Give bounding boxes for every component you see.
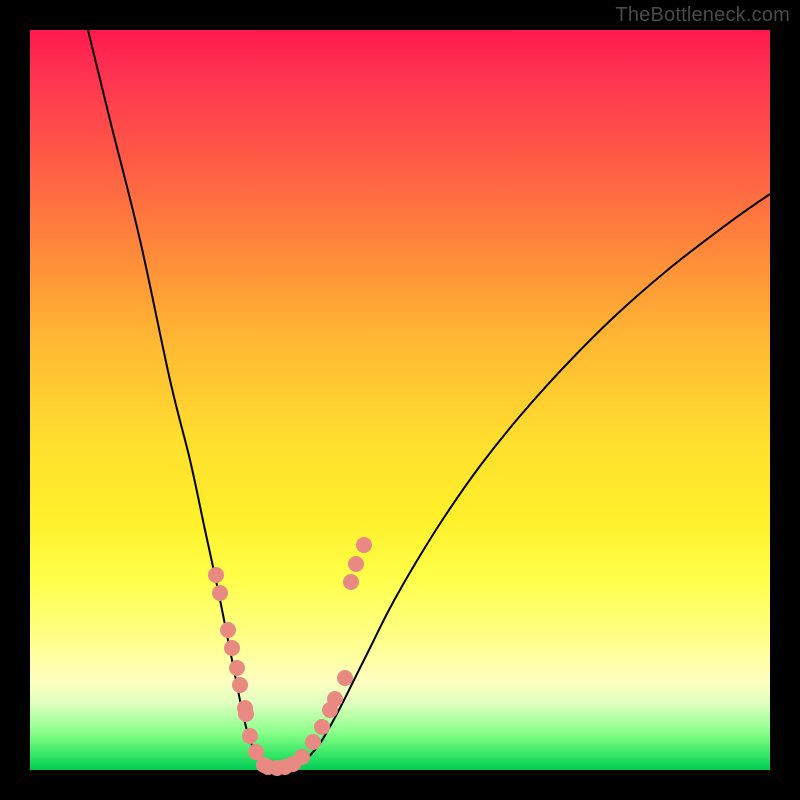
- data-point: [238, 706, 254, 722]
- data-point: [356, 537, 372, 553]
- data-point: [229, 660, 245, 676]
- data-point: [232, 677, 248, 693]
- data-point: [305, 734, 321, 750]
- data-point: [212, 585, 228, 601]
- data-point: [220, 622, 236, 638]
- data-point: [294, 749, 310, 765]
- data-point: [314, 719, 330, 735]
- data-point: [224, 640, 240, 656]
- bottleneck-curve: [88, 30, 770, 769]
- data-point: [327, 691, 343, 707]
- scatter-points: [208, 537, 372, 776]
- data-point: [242, 728, 258, 744]
- data-point: [337, 670, 353, 686]
- data-point: [208, 567, 224, 583]
- data-point: [343, 574, 359, 590]
- watermark-text: TheBottleneck.com: [615, 4, 790, 27]
- data-point: [348, 556, 364, 572]
- chart-frame: TheBottleneck.com: [0, 0, 800, 800]
- chart-svg: [30, 30, 770, 770]
